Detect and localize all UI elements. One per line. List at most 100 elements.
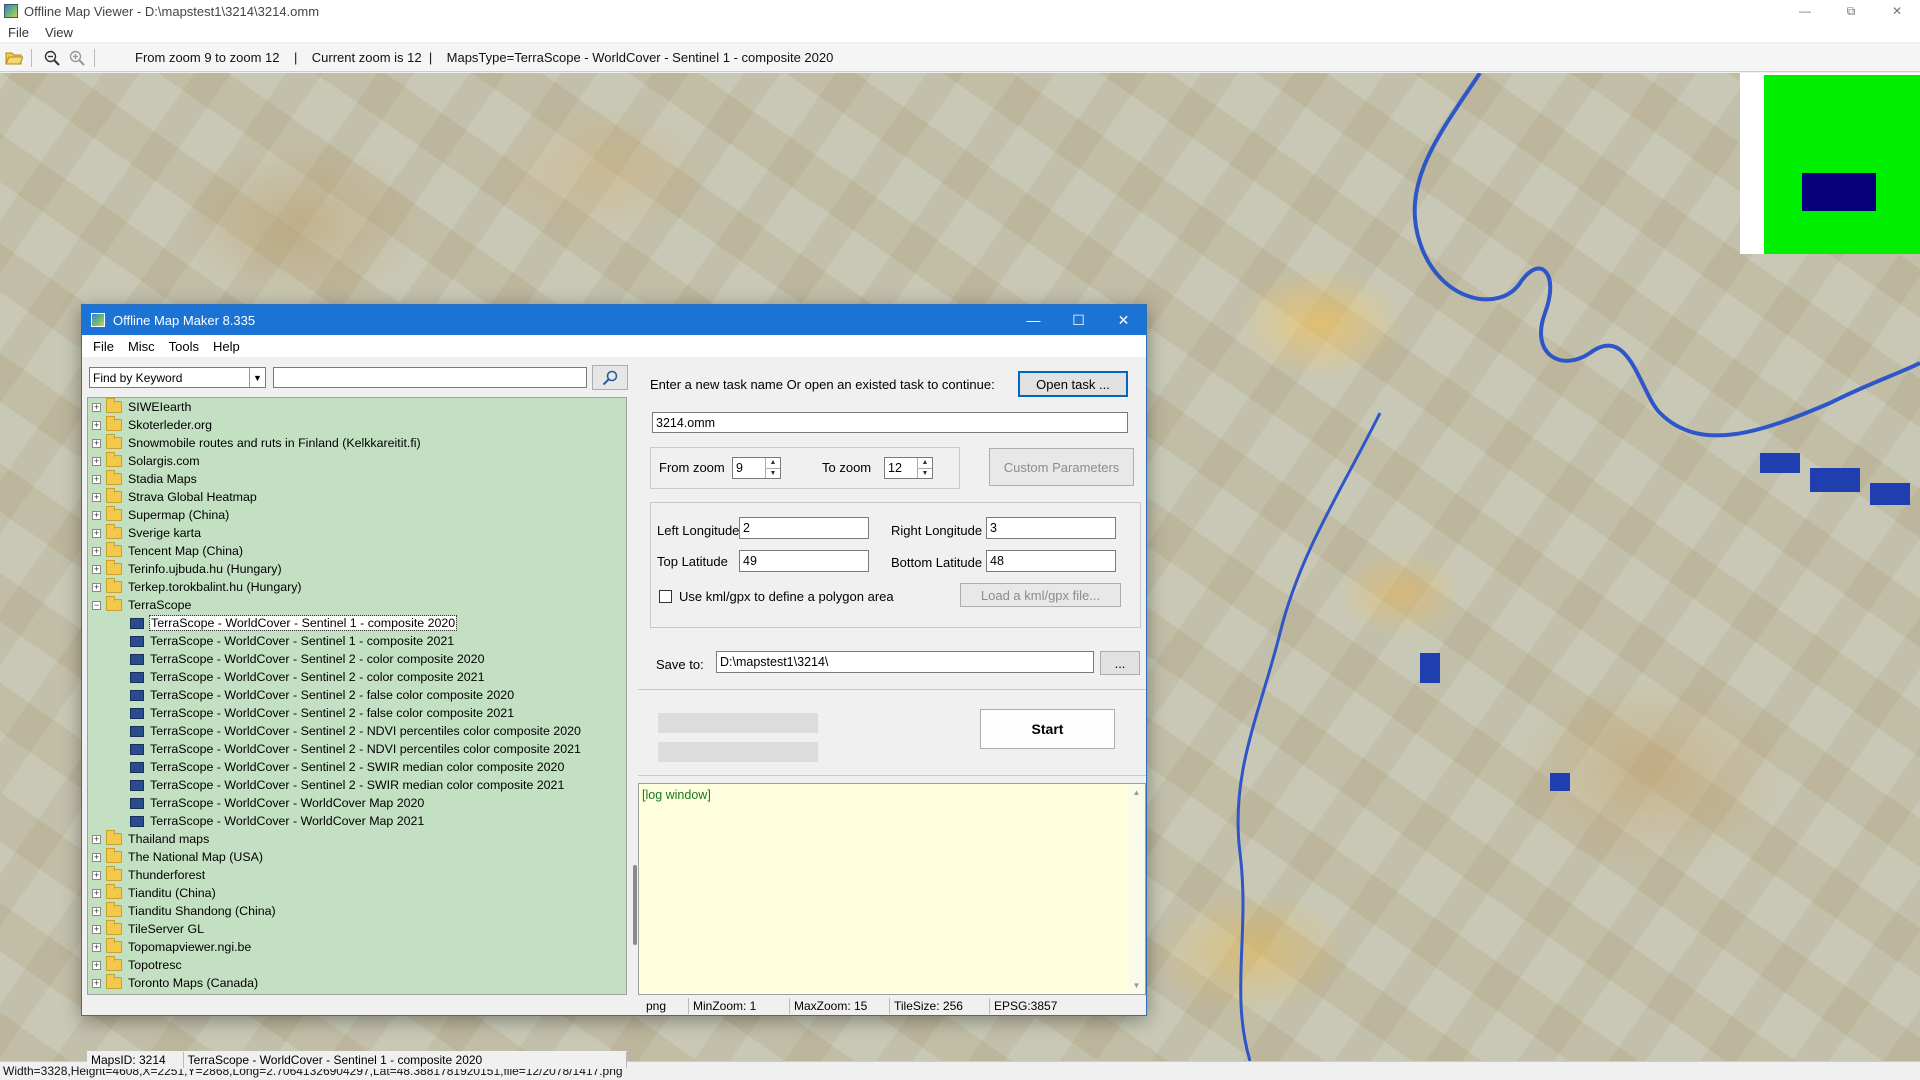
maximize-icon[interactable]: ☐ [1056,305,1101,335]
tree-map-item[interactable]: TerraScope - WorldCover - Sentinel 1 - c… [88,632,626,650]
search-button[interactable] [592,365,628,390]
log-scrollbar[interactable]: ▲ ▼ [1128,784,1145,994]
from-zoom-stepper[interactable]: 9 ▲ ▼ [732,457,781,479]
tree-folder-item[interactable]: + SIWEIearth [88,398,626,416]
chevron-down-icon[interactable]: ▼ [249,368,265,387]
load-kml-button[interactable]: Load a kml/gpx file... [960,583,1121,607]
tree-map-item[interactable]: TerraScope - WorldCover - Sentinel 1 - c… [88,614,626,632]
restore-icon[interactable]: ⧉ [1828,0,1874,22]
save-path-input[interactable]: D:\mapstest1\3214\ [716,651,1094,673]
tree-folder-item[interactable]: + Tianditu (China) [88,884,626,902]
tree-map-item[interactable]: TerraScope - WorldCover - Sentinel 2 - S… [88,758,626,776]
left-longitude-input[interactable]: 2 [739,517,869,539]
tree-folder-item[interactable]: + Tencent Map (China) [88,542,626,560]
tree-folder-item[interactable]: + Sverige karta [88,524,626,542]
dialog-titlebar[interactable]: Offline Map Maker 8.335 — ☐ ✕ [82,305,1146,335]
tree-map-item[interactable]: TerraScope - WorldCover - WorldCover Map… [88,812,626,830]
start-button[interactable]: Start [980,709,1115,749]
top-latitude-input[interactable]: 49 [739,550,869,572]
expand-icon[interactable]: + [92,564,101,574]
tree-folder-item[interactable]: + Terinfo.ujbuda.hu (Hungary) [88,560,626,578]
tree-folder-item[interactable]: + Thunderforest [88,866,626,884]
expand-icon[interactable]: + [92,870,101,880]
menu-help[interactable]: Help [206,339,247,354]
stepper-up-icon[interactable]: ▲ [766,458,780,468]
tree-folder-item[interactable]: + Thailand maps [88,830,626,848]
expand-icon[interactable]: + [92,492,101,502]
zoom-out-icon[interactable] [41,47,63,69]
tree-folder-item[interactable]: + Tianditu Shandong (China) [88,902,626,920]
expand-icon[interactable]: + [92,960,101,970]
expand-icon[interactable]: + [92,906,101,916]
tree-folder-item[interactable]: + Topotresc [88,956,626,974]
tree-map-item[interactable]: TerraScope - WorldCover - Sentinel 2 - f… [88,704,626,722]
tree-folder-item[interactable]: + Stadia Maps [88,470,626,488]
tree-map-item[interactable]: TerraScope - WorldCover - Sentinel 2 - c… [88,650,626,668]
expand-icon[interactable]: + [92,420,101,430]
search-mode-select[interactable]: Find by Keyword ▼ [89,367,266,388]
expand-icon[interactable]: + [92,978,101,988]
tree-folder-item[interactable]: + Skoterleder.org [88,416,626,434]
minimap-viewport[interactable] [1802,173,1876,211]
search-input[interactable] [273,367,587,388]
bottom-latitude-input[interactable]: 48 [986,550,1116,572]
tree-folder-item[interactable]: + Strava Global Heatmap [88,488,626,506]
tree-folder-item[interactable]: + Topomapviewer.ngi.be [88,938,626,956]
scrollbar-thumb[interactable] [633,865,637,945]
expand-icon[interactable]: + [92,456,101,466]
tree-folder-item[interactable]: + The National Map (USA) [88,848,626,866]
menu-file[interactable]: File [86,339,121,354]
scroll-down-icon[interactable]: ▼ [1133,981,1141,990]
scroll-up-icon[interactable]: ▲ [1133,788,1141,797]
expand-icon[interactable]: + [92,528,101,538]
tree-map-item[interactable]: TerraScope - WorldCover - Sentinel 2 - S… [88,776,626,794]
minimize-icon[interactable]: — [1782,0,1828,22]
close-icon[interactable]: ✕ [1874,0,1920,22]
zoom-in-icon[interactable] [66,47,88,69]
tree-folder-item[interactable]: − TerraScope [88,596,626,614]
expand-icon[interactable]: + [92,582,101,592]
task-name-input[interactable]: 3214.omm [652,412,1128,433]
expand-icon[interactable]: + [92,852,101,862]
menu-tools[interactable]: Tools [162,339,206,354]
expand-icon[interactable]: + [92,438,101,448]
minimize-icon[interactable]: — [1011,305,1056,335]
map-source-tree[interactable]: + SIWEIearth + Skoterleder.org + Snowmobile r… [87,397,627,995]
tree-folder-item[interactable]: + Supermap (China) [88,506,626,524]
stepper-down-icon[interactable]: ▼ [766,467,780,479]
tree-folder-item[interactable]: + Solargis.com [88,452,626,470]
tree-folder-item[interactable]: + Terkep.torokbalint.hu (Hungary) [88,578,626,596]
close-icon[interactable]: ✕ [1101,305,1146,335]
to-zoom-stepper[interactable]: 12 ▲ ▼ [884,457,933,479]
custom-parameters-button[interactable]: Custom Parameters [989,448,1134,486]
expand-icon[interactable]: + [92,402,101,412]
expand-icon[interactable]: + [92,942,101,952]
stepper-down-icon[interactable]: ▼ [918,467,932,479]
expand-icon[interactable]: + [92,924,101,934]
menu-view[interactable]: View [37,25,81,40]
right-longitude-input[interactable]: 3 [986,517,1116,539]
tree-map-item[interactable]: TerraScope - WorldCover - Sentinel 2 - f… [88,686,626,704]
log-window[interactable]: [log window] ▲ ▼ [638,783,1146,995]
browse-button[interactable]: ... [1100,651,1140,675]
tree-folder-item[interactable]: + Toronto Maps (Canada) [88,974,626,992]
minimap[interactable] [1740,73,1920,254]
menu-misc[interactable]: Misc [121,339,162,354]
expand-icon[interactable]: + [92,546,101,556]
expand-icon[interactable]: + [92,888,101,898]
expand-icon[interactable]: + [92,474,101,484]
expand-icon[interactable]: + [92,510,101,520]
folder-open-icon[interactable] [3,47,25,69]
tree-map-item[interactable]: TerraScope - WorldCover - Sentinel 2 - N… [88,722,626,740]
stepper-up-icon[interactable]: ▲ [918,458,932,468]
tree-map-item[interactable]: TerraScope - WorldCover - WorldCover Map… [88,794,626,812]
open-task-button[interactable]: Open task ... [1018,371,1128,397]
kml-checkbox[interactable] [659,590,672,603]
tree-folder-item[interactable]: + Snowmobile routes and ruts in Finland (… [88,434,626,452]
menu-file[interactable]: File [0,25,37,40]
tree-map-item[interactable]: TerraScope - WorldCover - Sentinel 2 - N… [88,740,626,758]
collapse-icon[interactable]: − [92,600,101,610]
tree-folder-item[interactable]: + TileServer GL [88,920,626,938]
expand-icon[interactable]: + [92,834,101,844]
tree-map-item[interactable]: TerraScope - WorldCover - Sentinel 2 - c… [88,668,626,686]
